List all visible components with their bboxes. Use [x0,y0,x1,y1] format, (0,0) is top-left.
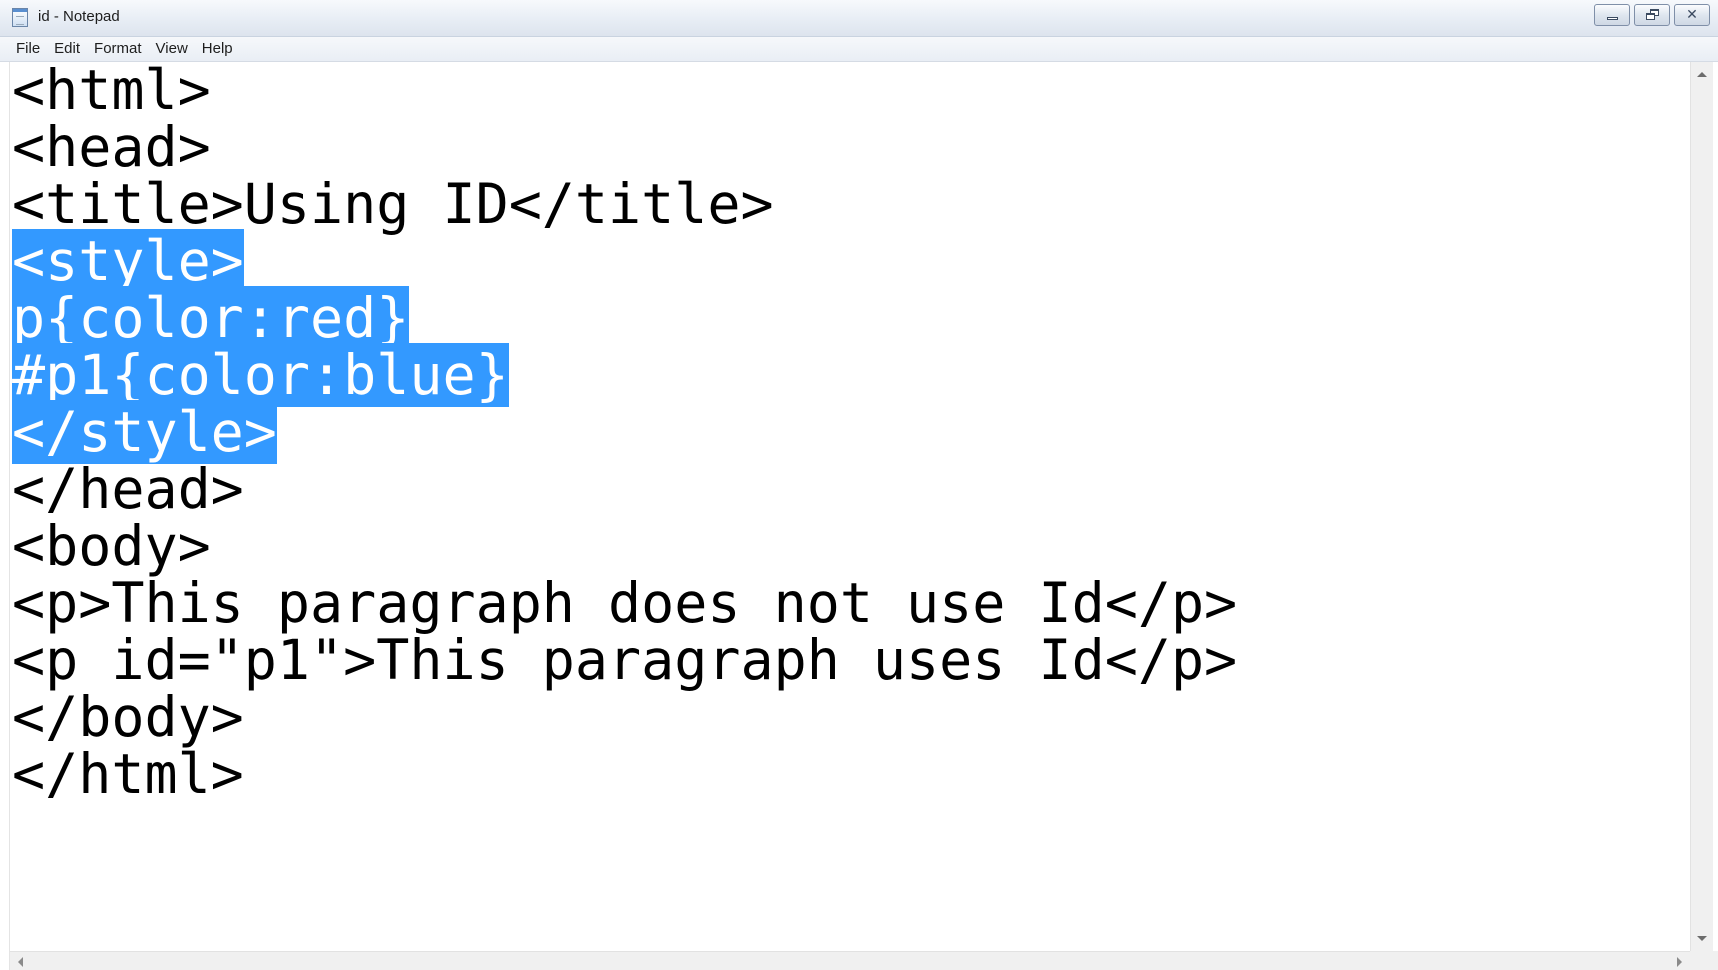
code-line[interactable]: <html> [10,62,1690,119]
code-line-text: </head> [12,457,244,521]
code-line-selected[interactable]: <style> [10,229,1690,293]
menu-help[interactable]: Help [195,38,240,60]
horizontal-scrollbar[interactable] [10,951,1690,970]
code-line-selected[interactable]: </style> [10,400,1690,464]
code-line-text: <html> [12,62,211,122]
text-editor[interactable]: <html> <head> <title>Using ID</title> <s… [10,62,1690,951]
code-line-text: <p>This paragraph does not use Id</p> [12,571,1238,635]
menu-view[interactable]: View [149,38,195,60]
menu-file[interactable]: File [0,38,47,60]
code-line[interactable]: </html> [10,746,1690,803]
scroll-left-icon[interactable] [18,957,23,967]
code-line-text: <title>Using ID</title> [12,172,774,236]
selected-text: p{color:red} [12,286,410,350]
restore-icon-back [1646,13,1655,20]
menu-format[interactable]: Format [87,38,149,60]
selected-text: <style> [12,229,244,293]
scroll-right-icon[interactable] [1677,957,1682,967]
code-line-text: </body> [12,685,244,749]
code-line[interactable]: <head> [10,119,1690,176]
menu-bar: File Edit Format View Help [0,37,1718,62]
editor-left-margin [0,62,10,970]
selected-text: </style> [12,400,277,464]
vertical-scrollbar[interactable] [1690,62,1713,951]
code-line-text: <p id="p1">This paragraph uses Id</p> [12,628,1238,692]
notepad-window: id - Notepad ✕ File Edit Format View Hel… [0,0,1718,970]
code-line[interactable]: <title>Using ID</title> [10,176,1690,233]
code-line-selected[interactable]: #p1{color:blue} [10,343,1690,407]
code-line-text: </html> [12,742,244,806]
code-line[interactable]: </body> [10,689,1690,746]
close-icon: ✕ [1686,7,1698,23]
code-line[interactable]: <body> [10,518,1690,575]
scroll-down-icon[interactable] [1697,936,1707,941]
selected-text: #p1{color:blue} [12,343,509,407]
code-line[interactable]: <p id="p1">This paragraph uses Id</p> [10,632,1690,689]
code-line-selected[interactable]: p{color:red} [10,286,1690,350]
code-line-text: <body> [12,514,211,578]
minimize-button[interactable] [1594,4,1630,26]
close-button[interactable]: ✕ [1674,4,1710,26]
size-grip[interactable] [1690,951,1718,970]
scroll-up-icon[interactable] [1697,72,1707,77]
menu-edit[interactable]: Edit [47,38,87,60]
notepad-icon[interactable] [12,8,28,27]
restore-button[interactable] [1634,4,1670,26]
code-line[interactable]: <p>This paragraph does not use Id</p> [10,575,1690,632]
window-title: id - Notepad [38,8,120,25]
title-bar[interactable]: id - Notepad ✕ [0,0,1718,37]
minimize-icon [1607,17,1618,20]
window-controls: ✕ [1594,4,1710,26]
code-line[interactable]: </head> [10,461,1690,518]
code-line-text: <head> [12,115,211,179]
